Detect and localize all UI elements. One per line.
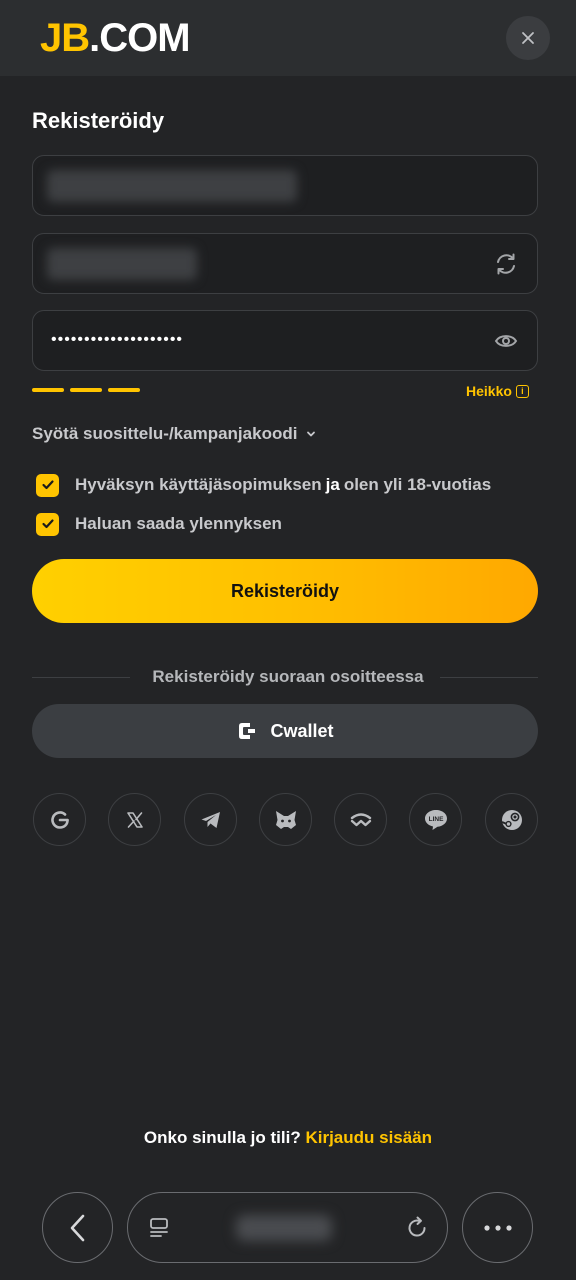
terms-checkbox-row[interactable]: Hyväksyn käyttäjäsopimuksen ja olen yli 18… <box>36 473 491 497</box>
password-value: •••••••••••••••••••• <box>51 331 184 348</box>
x-login-button[interactable] <box>108 793 161 846</box>
telegram-login-button[interactable] <box>184 793 237 846</box>
eye-icon[interactable] <box>493 328 519 354</box>
chevron-down-icon <box>307 431 316 437</box>
strength-segment <box>70 388 102 392</box>
login-prompt: Onko sinulla jo tili? Kirjaudu sisään <box>0 1126 576 1150</box>
line-login-button[interactable]: LINE <box>409 793 462 846</box>
register-button[interactable]: Rekisteröidy <box>32 559 538 623</box>
metamask-icon <box>275 810 296 829</box>
terms-checkbox[interactable] <box>36 473 59 497</box>
promotions-checkbox-row[interactable]: Haluan saada ylennyksen <box>36 512 282 536</box>
walletconnect-icon <box>350 812 371 826</box>
chevron-left-icon <box>70 1214 84 1241</box>
terms-label: Hyväksyn käyttäjäsopimuksen ja olen yli 18… <box>75 473 491 497</box>
browser-back-button[interactable] <box>42 1192 113 1263</box>
google-icon <box>50 810 69 829</box>
page-title: Rekisteröidy <box>32 108 165 133</box>
close-button[interactable] <box>506 16 550 60</box>
strength-label[interactable]: Heikko i <box>466 382 529 400</box>
steam-login-button[interactable] <box>485 793 538 846</box>
checkmark-icon <box>41 480 54 490</box>
cwallet-icon <box>239 723 256 739</box>
login-question: Onko sinulla jo tili? <box>143 1128 301 1147</box>
cwallet-button[interactable]: Cwallet <box>32 704 538 758</box>
line-icon: LINE <box>424 809 447 830</box>
password-field[interactable]: •••••••••••••••••••• <box>32 310 538 371</box>
svg-text:LINE: LINE <box>428 816 443 823</box>
reload-icon[interactable] <box>404 1215 430 1241</box>
promotions-label: Haluan saada ylennyksen <box>75 514 282 533</box>
refresh-icon[interactable] <box>493 251 519 277</box>
x-icon <box>126 811 143 828</box>
google-login-button[interactable] <box>33 793 86 846</box>
blurred-value <box>47 248 197 280</box>
blurred-url <box>236 1215 332 1241</box>
logo-primary: JB <box>40 16 90 60</box>
brand-logo[interactable]: JB.COM <box>40 14 191 62</box>
terms-text-before[interactable]: Hyväksyn käyttäjäsopimuksen <box>75 475 322 494</box>
more-icon <box>483 1224 512 1231</box>
metamask-login-button[interactable] <box>259 793 312 846</box>
steam-icon <box>501 809 522 830</box>
username-field[interactable] <box>32 155 538 216</box>
login-link[interactable]: Kirjaudu sisään <box>305 1128 432 1147</box>
close-icon <box>522 32 534 44</box>
promotions-checkbox[interactable] <box>36 512 59 536</box>
browser-address-bar[interactable] <box>127 1192 448 1263</box>
captcha-field[interactable] <box>32 233 538 294</box>
tabs-icon[interactable] <box>148 1216 172 1240</box>
cwallet-label: Cwallet <box>270 720 334 741</box>
walletconnect-login-button[interactable] <box>334 793 387 846</box>
logo-secondary: .COM <box>89 16 190 60</box>
checkmark-icon <box>41 519 54 529</box>
strength-text: Heikko <box>466 383 512 399</box>
top-bar: JB.COM <box>0 0 576 76</box>
strength-segment <box>108 388 140 392</box>
strength-segment <box>32 388 64 392</box>
telegram-icon <box>201 811 220 828</box>
promo-label: Syötä suosittelu-/kampanjakoodi <box>32 424 298 443</box>
divider-label: Rekisteröidy suoraan osoitteessa <box>152 667 424 686</box>
promo-code-toggle[interactable]: Syötä suosittelu-/kampanjakoodi <box>32 422 317 446</box>
blurred-value <box>47 170 297 202</box>
terms-text-em: ja <box>325 475 340 494</box>
browser-menu-button[interactable] <box>462 1192 533 1263</box>
info-icon[interactable]: i <box>515 384 529 398</box>
terms-text-after: olen yli 18-vuotias <box>343 475 492 494</box>
